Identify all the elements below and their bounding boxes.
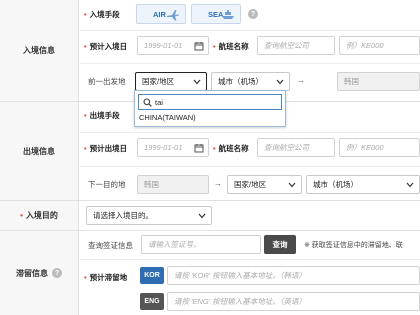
next-destination-label: 下一目的地 bbox=[88, 180, 126, 189]
chevron-down-icon bbox=[198, 213, 206, 219]
entry-purpose-select[interactable]: 请选择入境目的。 bbox=[86, 206, 212, 225]
arrow-icon: → bbox=[297, 76, 305, 85]
eng-address-input[interactable]: 请按 'ENG' 按钮输入基本地址。（英语） bbox=[167, 292, 420, 311]
visa-notice: ※ 获取签证信息中的滞留地、联 bbox=[304, 242, 403, 249]
section-exit-info: 出境信息 bbox=[0, 102, 79, 200]
eng-button[interactable]: ENG bbox=[140, 293, 164, 310]
section-entry-info: 入境信息 bbox=[0, 0, 79, 101]
search-icon bbox=[143, 98, 152, 107]
divider bbox=[80, 259, 420, 260]
exit-date-label: • 预计出境日 bbox=[84, 144, 128, 153]
calendar-icon[interactable] bbox=[194, 143, 204, 153]
section-stay-info-label: 滞留信息 bbox=[16, 268, 48, 278]
air-mode-button[interactable]: AIR bbox=[136, 4, 186, 24]
divider bbox=[80, 166, 420, 167]
entry-date-label: • 预计入境日 bbox=[84, 42, 128, 51]
chevron-down-icon bbox=[193, 79, 201, 85]
entry-city-select[interactable]: 城市（机场） bbox=[211, 72, 290, 91]
entry-mode-label: • 入境手段 bbox=[84, 10, 120, 19]
section-entry-purpose-label: 入境目的 bbox=[25, 211, 58, 220]
visa-number-input[interactable]: 请输入签证号。 bbox=[141, 235, 261, 254]
visa-lookup-label: 查询签证信息 bbox=[88, 241, 133, 250]
sea-mode-button[interactable]: SEA bbox=[191, 4, 241, 24]
exit-airline-input[interactable]: 查询航空公司 bbox=[257, 138, 335, 157]
dropdown-search-input[interactable]: tai bbox=[138, 94, 282, 110]
entry-destination-country: 韩国 bbox=[337, 72, 420, 91]
entry-airline-input[interactable]: 查询航空公司 bbox=[257, 36, 335, 55]
airplane-icon bbox=[167, 10, 179, 21]
entry-airline-label: • 航班名称 bbox=[213, 42, 249, 51]
section-entry-purpose: • 入境目的 bbox=[0, 201, 79, 230]
chevron-down-icon bbox=[288, 182, 296, 188]
divider bbox=[80, 30, 420, 31]
kor-address-input[interactable]: 请按 'KOR' 按钮输入基本地址。（韩语） bbox=[167, 266, 420, 285]
calendar-icon[interactable] bbox=[194, 41, 204, 51]
help-icon[interactable]: ? bbox=[248, 9, 258, 19]
divider bbox=[80, 63, 420, 64]
exit-flight-number-input[interactable]: 例）KE000 bbox=[339, 138, 420, 157]
entry-country-select[interactable]: 国家/地区 bbox=[135, 72, 207, 91]
divider bbox=[80, 132, 420, 133]
section-entry-info-label: 入境信息 bbox=[23, 46, 55, 55]
chevron-down-icon bbox=[276, 79, 284, 85]
visa-lookup-button[interactable]: 查询 bbox=[264, 235, 296, 254]
stay-label: • 预计滞留地 bbox=[84, 273, 128, 282]
exit-airline-label: • 航班名称 bbox=[213, 144, 249, 153]
help-icon[interactable]: ? bbox=[52, 268, 62, 278]
kor-button[interactable]: KOR bbox=[140, 267, 164, 284]
entry-date-input[interactable]: 1999-01-01 bbox=[137, 36, 209, 55]
chevron-down-icon bbox=[406, 182, 414, 188]
section-stay-info: 滞留信息 ? bbox=[0, 231, 79, 315]
previous-departure-label: 前一出发地 bbox=[88, 77, 126, 86]
ship-icon bbox=[222, 10, 234, 19]
exit-date-input[interactable]: 1999-01-01 bbox=[137, 138, 209, 157]
exit-departure-country: 韩国 bbox=[137, 175, 209, 194]
exit-city-select[interactable]: 城市（机场） bbox=[306, 175, 420, 194]
exit-country-select[interactable]: 国家/地区 bbox=[227, 175, 302, 194]
dropdown-search-value: tai bbox=[155, 97, 163, 107]
country-dropdown: tai CHINA(TAIWAN) bbox=[134, 90, 286, 127]
dropdown-option[interactable]: CHINA(TAIWAN) bbox=[139, 113, 196, 122]
exit-mode-label: • 出境手段 bbox=[84, 111, 120, 120]
section-exit-info-label: 出境信息 bbox=[23, 146, 55, 156]
air-mode-label: AIR bbox=[153, 9, 166, 19]
entry-flight-number-input[interactable]: 例）KE000 bbox=[339, 36, 420, 55]
arrow-icon: → bbox=[214, 179, 222, 188]
